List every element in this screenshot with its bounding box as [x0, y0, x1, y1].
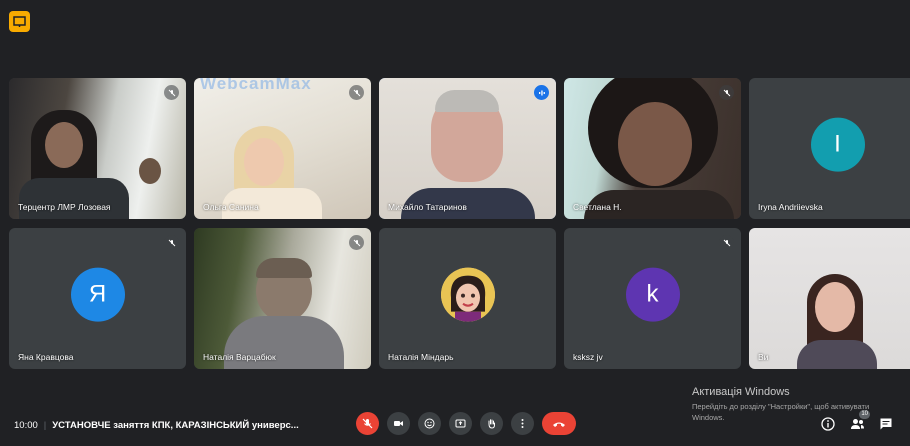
meeting-toolbar: 10:00 | УСТАНОВЧЕ заняття КПК, КАРАЗІНСЬКИ… — [0, 386, 910, 446]
leave-call-button[interactable] — [542, 412, 576, 435]
participant-tile[interactable]: Светлана Н. — [564, 78, 741, 219]
participant-tile[interactable]: Я Яна Кравцова — [9, 228, 186, 369]
participant-name: Михайло Татаринов — [388, 202, 467, 212]
present-icon — [455, 419, 466, 428]
participant-tile-self[interactable]: Ви — [749, 228, 910, 369]
participant-tile[interactable]: I Iryna Andriievska — [749, 78, 910, 219]
participant-name: Светлана Н. — [573, 202, 622, 212]
participant-tile[interactable]: Терцентр ЛМР Лозовая — [9, 78, 186, 219]
mic-off-icon — [362, 418, 373, 429]
participant-video — [564, 78, 741, 219]
people-icon[interactable]: 10 — [849, 410, 870, 432]
more-icon — [521, 419, 524, 428]
more-options-button[interactable] — [511, 412, 534, 435]
meeting-title: УСТАНОВЧЕ заняття КПК, КАРАЗІНСЬКИЙ унив… — [52, 420, 299, 431]
raise-hand-button[interactable] — [480, 412, 503, 435]
mic-off-icon — [719, 235, 734, 250]
participant-avatar: Я — [70, 267, 125, 322]
participant-video — [194, 78, 371, 219]
emoji-button[interactable] — [418, 412, 441, 435]
participant-avatar: I — [810, 117, 865, 172]
meeting-info: 10:00 | УСТАНОВЧЕ заняття КПК, КАРАЗІНСЬКИ… — [14, 420, 299, 431]
participant-avatar-photo — [440, 267, 495, 322]
participant-name: Ви — [758, 352, 769, 362]
emoji-icon — [424, 418, 435, 429]
participant-name: Наталія Міндарь — [388, 352, 454, 362]
chat-icon[interactable] — [878, 416, 894, 432]
camera-icon — [394, 421, 403, 426]
participant-name: Яна Кравцова — [18, 352, 74, 362]
participant-grid: Терцентр ЛМР Лозовая WebcamMax Ольга Сан… — [0, 0, 910, 380]
mic-off-icon — [719, 85, 734, 100]
mic-off-icon — [164, 85, 179, 100]
participant-tile[interactable]: WebcamMax Ольга Санина — [194, 78, 371, 219]
mic-off-icon — [349, 235, 364, 250]
mic-off-icon — [349, 85, 364, 100]
participant-tile-active-speaker[interactable]: Михайло Татаринов — [379, 78, 556, 219]
people-count-badge: 10 — [859, 410, 870, 419]
participant-name: Терцентр ЛМР Лозовая — [18, 202, 111, 212]
info-icon[interactable] — [820, 416, 836, 432]
present-button[interactable] — [449, 412, 472, 435]
mic-toggle-button[interactable] — [356, 412, 379, 435]
call-controls — [356, 412, 576, 435]
participant-video — [379, 78, 556, 219]
participant-video — [9, 78, 186, 219]
speaking-indicator-icon — [534, 85, 549, 100]
hangup-icon — [553, 422, 565, 427]
participant-video — [749, 228, 910, 369]
side-panel-buttons: 10 — [820, 410, 894, 432]
meeting-time: 10:00 — [14, 420, 38, 431]
participant-name: Ольга Санина — [203, 202, 259, 212]
participant-name: Наталія Варцабюк — [203, 352, 276, 362]
participant-name: ksksz jv — [573, 352, 603, 362]
raise-hand-icon — [488, 419, 495, 429]
participant-name: Iryna Andriievska — [758, 202, 823, 212]
mic-off-icon — [164, 235, 179, 250]
participant-tile[interactable]: k ksksz jv — [564, 228, 741, 369]
participant-tile[interactable]: Наталія Варцабюк — [194, 228, 371, 369]
participant-tile[interactable]: Наталія Міндарь — [379, 228, 556, 369]
participant-avatar: k — [625, 267, 680, 322]
windows-activation-title: Активація Windows — [692, 386, 790, 398]
participant-video — [194, 228, 371, 369]
camera-toggle-button[interactable] — [387, 412, 410, 435]
webcam-watermark: WebcamMax — [200, 78, 312, 93]
